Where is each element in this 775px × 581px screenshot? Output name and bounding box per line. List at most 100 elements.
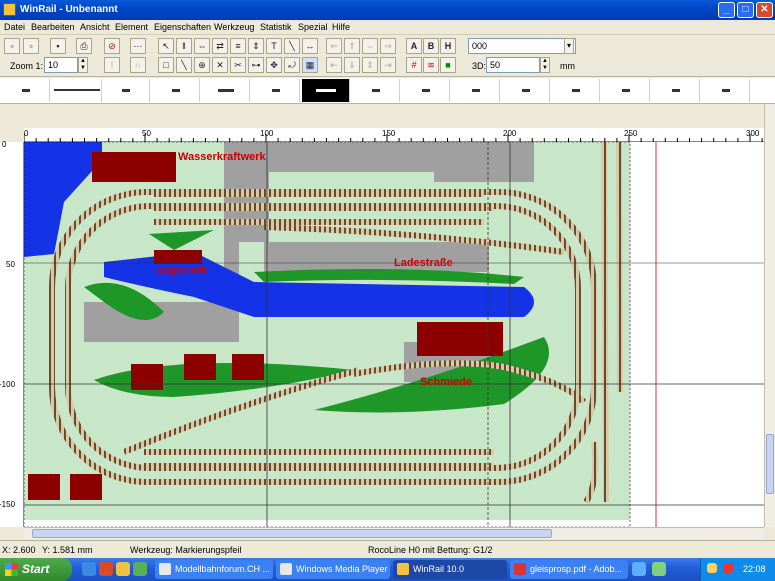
text-tool-icon[interactable]: T xyxy=(266,38,282,54)
track-straight-icon[interactable]: ‖ xyxy=(176,38,192,54)
house-building[interactable] xyxy=(184,354,216,380)
join-icon[interactable]: ⊶ xyxy=(248,57,264,73)
clock[interactable]: 22:08 xyxy=(743,564,766,574)
menu-bearbeiten[interactable]: Bearbeiten xyxy=(31,22,75,32)
branch-track[interactable] xyxy=(616,142,623,393)
align-right-icon[interactable]: ⇒ xyxy=(380,38,396,54)
scroll-thumb[interactable] xyxy=(766,434,774,494)
track-piece[interactable] xyxy=(252,79,300,102)
task-media-player[interactable]: Windows Media Player xyxy=(276,560,390,579)
measure-icon[interactable]: ↔ xyxy=(302,38,318,54)
track-piece[interactable] xyxy=(702,79,750,102)
align-left-icon[interactable]: ⇐ xyxy=(326,38,342,54)
cut-icon[interactable]: ! xyxy=(104,57,120,73)
track-flex-icon[interactable]: ⇕ xyxy=(248,38,264,54)
layout-canvas[interactable]: Wasserkraftwerk Sägewerk Ladestraße Schm… xyxy=(24,142,764,527)
task-pdf[interactable]: gleisprosp.pdf - Adob... xyxy=(510,560,628,579)
print-icon[interactable]: ⎙ xyxy=(76,38,92,54)
distribute-v-icon[interactable]: ⇕ xyxy=(362,57,378,73)
task-winrail[interactable]: WinRail 10.0 xyxy=(393,560,507,579)
security-tray-icon[interactable] xyxy=(723,563,733,573)
track-switch-icon[interactable]: ≡ xyxy=(230,38,246,54)
distribute-right-icon[interactable]: ⇥ xyxy=(380,57,396,73)
stop-icon[interactable]: ⊘ xyxy=(104,38,120,54)
text-a-button[interactable]: A xyxy=(406,38,422,54)
menu-hilfe[interactable]: Hilfe xyxy=(332,22,350,32)
minimize-button[interactable]: _ xyxy=(718,2,735,18)
rotate-icon[interactable]: ⤾ xyxy=(284,57,300,73)
track-piece[interactable] xyxy=(52,79,102,102)
zoom-stepper[interactable]: ▲ ▼ xyxy=(78,57,88,73)
color-select[interactable]: 000 xyxy=(468,38,576,54)
track-piece-selected[interactable] xyxy=(302,79,350,102)
tray-toggle-icon[interactable] xyxy=(652,562,666,576)
three-d-input[interactable]: 50 xyxy=(486,57,540,73)
distribute-left-icon[interactable]: ⇤ xyxy=(326,57,342,73)
house-building[interactable] xyxy=(70,474,102,500)
menu-spezial[interactable]: Spezial xyxy=(298,22,328,32)
vertical-scrollbar[interactable] xyxy=(764,104,775,527)
menu-werkzeug[interactable]: Werkzeug xyxy=(214,22,254,32)
three-d-stepper[interactable]: ▲ ▼ xyxy=(540,57,550,73)
schmiede-building[interactable] xyxy=(417,322,503,356)
saegewerk-building[interactable] xyxy=(154,250,202,264)
diagonal-icon[interactable]: ╲ xyxy=(176,57,192,73)
image-icon[interactable]: ▦ xyxy=(302,57,318,73)
move-icon[interactable]: ✥ xyxy=(266,57,282,73)
scissors-icon[interactable]: ✂ xyxy=(230,57,246,73)
track-piece[interactable] xyxy=(652,79,700,102)
chevron-down-icon[interactable]: ▾ xyxy=(564,38,574,54)
track-joint-icon[interactable]: ⇄ xyxy=(212,38,228,54)
palette-icon[interactable]: ■ xyxy=(440,57,456,73)
track-layout-drawing[interactable]: Wasserkraftwerk Sägewerk Ladestraße Schm… xyxy=(24,142,764,527)
select-arrow-icon[interactable]: ↖ xyxy=(158,38,174,54)
wasserkraftwerk-building[interactable] xyxy=(92,152,176,182)
scroll-thumb[interactable] xyxy=(32,529,552,538)
menu-eigenschaften[interactable]: Eigenschaften xyxy=(154,22,211,32)
distribute-down-icon[interactable]: ⇓ xyxy=(344,57,360,73)
house-building[interactable] xyxy=(28,474,60,500)
close-button[interactable]: ✕ xyxy=(756,2,773,18)
new-file-icon[interactable]: ▫ xyxy=(4,38,20,54)
start-button[interactable]: Start xyxy=(0,558,72,581)
save-file-icon[interactable]: ▪ xyxy=(50,38,66,54)
grid-hatch-icon[interactable]: # xyxy=(406,57,422,73)
task-modellbahnforum[interactable]: Modellbahnforum.CH ... xyxy=(155,560,273,579)
track-piece[interactable] xyxy=(602,79,650,102)
folder-quicklaunch-icon[interactable] xyxy=(116,562,130,576)
align-up-icon[interactable]: ⇑ xyxy=(344,38,360,54)
house-building[interactable] xyxy=(131,364,163,390)
branch-track[interactable] xyxy=(601,142,609,503)
layers-icon[interactable]: ≋ xyxy=(423,57,439,73)
track-piece[interactable] xyxy=(552,79,600,102)
text-h-button[interactable]: H xyxy=(440,38,456,54)
horizontal-scrollbar[interactable] xyxy=(24,527,764,539)
track-piece[interactable] xyxy=(2,79,50,102)
track-piece[interactable] xyxy=(102,79,150,102)
ie-quicklaunch-icon[interactable] xyxy=(82,562,96,576)
desktop-quicklaunch-icon[interactable] xyxy=(133,562,147,576)
track-connect-icon[interactable]: ⇔ xyxy=(194,38,210,54)
track-piece[interactable] xyxy=(202,79,250,102)
menu-statistik[interactable]: Statistik xyxy=(260,22,292,32)
language-indicator[interactable] xyxy=(632,562,646,576)
menu-element[interactable]: Element xyxy=(115,22,148,32)
bridge-icon[interactable]: ∩ xyxy=(130,57,146,73)
open-file-icon[interactable]: ▫ xyxy=(23,38,39,54)
zoom-input[interactable]: 10 xyxy=(44,57,78,73)
track-piece[interactable] xyxy=(352,79,400,102)
track-piece[interactable] xyxy=(452,79,500,102)
house-building[interactable] xyxy=(232,354,264,380)
track-piece[interactable] xyxy=(402,79,450,102)
network-tray-icon[interactable] xyxy=(707,563,717,573)
line-tool-icon[interactable]: ╲ xyxy=(284,38,300,54)
media-quicklaunch-icon[interactable] xyxy=(99,562,113,576)
grid-icon[interactable]: ⋯ xyxy=(130,38,146,54)
menu-datei[interactable]: Datei xyxy=(4,22,25,32)
app-icon[interactable] xyxy=(3,3,16,16)
crossing-icon[interactable]: ✕ xyxy=(212,57,228,73)
track-piece[interactable] xyxy=(152,79,200,102)
text-b-button[interactable]: B xyxy=(423,38,439,54)
turntable-icon[interactable]: ⊕ xyxy=(194,57,210,73)
menu-ansicht[interactable]: Ansicht xyxy=(80,22,110,32)
